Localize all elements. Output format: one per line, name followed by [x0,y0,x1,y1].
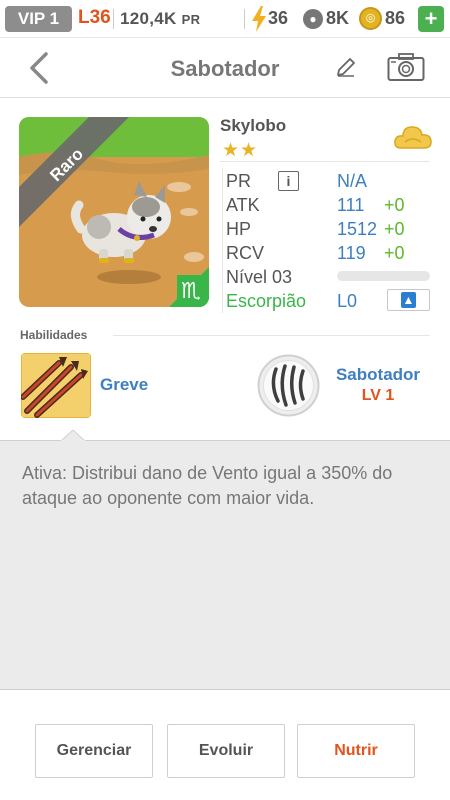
lightning-icon [252,6,266,32]
rcv-bonus: +0 [384,243,405,263]
hp-label: HP [226,219,252,239]
monster-portrait[interactable]: Raro ♏ [19,117,209,307]
status-bar: VIP 1 L36 120,4K PR 36 ● 8K ◎ 86 + [0,0,450,38]
monster-name: Skylobo [220,116,287,135]
skill-description-panel: Ativa: Distribui dano de Vento igual a 3… [0,440,450,690]
cloud-icon [394,126,432,149]
header: Sabotador [0,38,450,98]
atk-bonus: +0 [384,195,405,215]
divider [220,161,430,162]
pr-label: PR [226,171,252,191]
leader-skill-level: LV 1 [361,387,395,404]
scorpio-icon: ♏ [181,278,201,303]
divider [244,9,245,29]
active-skill-name[interactable]: Greve [100,375,148,395]
paw-count: 8K [326,8,350,28]
power-unit: PR [181,12,201,27]
vip-badge[interactable]: VIP 1 [5,6,72,32]
power-rating: 120,4K PR [120,9,200,29]
arrows-icon[interactable] [21,353,91,418]
pr-value: N/A [337,171,368,191]
divider [113,9,114,29]
info-icon[interactable]: i [278,171,299,191]
zodiac-label: Escorpião [226,291,307,311]
evolve-button[interactable]: Evoluir [167,724,285,778]
rcv-label: RCV [226,243,265,263]
camera-icon[interactable] [387,52,425,82]
coin-count: 86 [385,8,406,28]
coin-icon: ◎ [359,7,382,30]
divider [113,335,430,336]
pencil-icon[interactable] [334,55,358,79]
rcv-value: 119 [337,243,366,263]
player-level: L36 [78,7,111,28]
rarity-stars: ★★ [222,140,259,161]
skill-description: Ativa: Distribui dano de Vento igual a 3… [22,463,393,508]
power-value: 120,4K [120,9,177,28]
feed-button[interactable]: Nutrir [297,724,415,778]
paw-icon: ● [303,9,323,29]
page-title: Sabotador [170,56,280,81]
hp-bonus: +0 [384,219,405,239]
energy-count: 36 [268,8,289,28]
atk-label: ATK [226,195,260,215]
zodiac-level: L0 [337,291,358,311]
hp-value: 1512 [337,219,378,239]
abilities-section-label: Habilidades [20,328,88,342]
level-progress-bar [337,271,430,281]
add-coins-button[interactable]: + [418,6,444,32]
manage-button[interactable]: Gerenciar [35,724,153,778]
claw-icon[interactable] [256,353,321,418]
atk-value: 111 [337,195,365,215]
zodiac-upgrade-button[interactable]: ▲ [387,289,430,311]
leader-skill-name[interactable]: Sabotador [322,365,434,385]
divider [222,168,223,313]
panel-pointer [61,430,85,442]
arrow-up-icon: ▲ [401,292,416,308]
level-label: Nível 03 [226,267,293,287]
